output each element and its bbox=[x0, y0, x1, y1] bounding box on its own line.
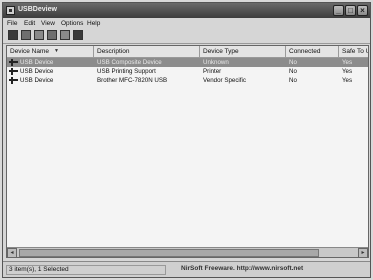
device-list[interactable]: Device Name ▼ Description Device Type Co… bbox=[6, 45, 369, 258]
cell-safe-to-unplug: Yes bbox=[342, 77, 353, 84]
refresh-icon[interactable] bbox=[60, 30, 70, 40]
scroll-left-button[interactable]: ◂ bbox=[7, 248, 17, 257]
column-header-description[interactable]: Description bbox=[94, 46, 200, 57]
list-header: Device Name ▼ Description Device Type Co… bbox=[7, 46, 368, 58]
cell-device-name: USB Device bbox=[20, 68, 54, 75]
column-header-connected[interactable]: Connected bbox=[286, 46, 339, 57]
cell-description: Brother MFC-7820N USB bbox=[97, 77, 168, 84]
usb-icon bbox=[9, 77, 18, 84]
cell-device-name: USB Device bbox=[20, 59, 54, 66]
sort-down-icon: ▼ bbox=[54, 48, 59, 54]
properties-icon[interactable] bbox=[21, 30, 31, 40]
scrollbar-thumb[interactable] bbox=[19, 249, 319, 257]
table-row[interactable]: USB Device USB Composite Device Unknown … bbox=[7, 58, 368, 67]
title-bar[interactable]: USBDeview _ □ × bbox=[3, 3, 370, 18]
cell-description: USB Printing Support bbox=[97, 68, 156, 75]
status-item-count: 3 item(s), 1 Selected bbox=[6, 265, 166, 275]
horizontal-scrollbar[interactable]: ◂ ▸ bbox=[7, 247, 368, 257]
table-row[interactable]: USB Device USB Printing Support Printer … bbox=[7, 67, 368, 76]
exit-icon[interactable] bbox=[73, 30, 83, 40]
cell-connected: No bbox=[289, 68, 297, 75]
usb-icon bbox=[9, 68, 18, 75]
close-button[interactable]: × bbox=[357, 5, 368, 16]
menu-bar: File Edit View Options Help bbox=[3, 18, 370, 28]
app-window: USBDeview _ □ × File Edit View Options H… bbox=[2, 2, 371, 278]
menu-help[interactable]: Help bbox=[87, 20, 100, 27]
column-header-device-name[interactable]: Device Name ▼ bbox=[7, 46, 94, 57]
column-header-device-type[interactable]: Device Type bbox=[200, 46, 286, 57]
maximize-button[interactable]: □ bbox=[345, 5, 356, 16]
status-nirsoft-link[interactable]: NirSoft Freeware. http://www.nirsoft.net bbox=[181, 265, 367, 275]
cell-device-type: Printer bbox=[203, 68, 222, 75]
cell-safe-to-unplug: Yes bbox=[342, 59, 353, 66]
save-icon[interactable] bbox=[8, 30, 18, 40]
toolbar bbox=[3, 28, 370, 44]
cell-connected: No bbox=[289, 59, 297, 66]
menu-view[interactable]: View bbox=[41, 20, 55, 27]
menu-options[interactable]: Options bbox=[61, 20, 83, 27]
menu-edit[interactable]: Edit bbox=[24, 20, 35, 27]
cell-description: USB Composite Device bbox=[97, 59, 162, 66]
cell-device-type: Unknown bbox=[203, 59, 229, 66]
cell-safe-to-unplug: Yes bbox=[342, 68, 353, 75]
cell-connected: No bbox=[289, 77, 297, 84]
cell-device-type: Vendor Specific bbox=[203, 77, 246, 84]
cell-device-name: USB Device bbox=[20, 77, 54, 84]
minimize-button[interactable]: _ bbox=[333, 5, 344, 16]
column-header-label: Device Name bbox=[10, 48, 50, 55]
find-icon[interactable] bbox=[47, 30, 57, 40]
usb-icon bbox=[9, 59, 18, 66]
copy-icon[interactable] bbox=[34, 30, 44, 40]
status-bar: 3 item(s), 1 Selected NirSoft Freeware. … bbox=[3, 261, 370, 277]
app-icon bbox=[6, 6, 15, 15]
menu-file[interactable]: File bbox=[7, 20, 17, 27]
column-header-safe-to-unplug[interactable]: Safe To Un bbox=[339, 46, 368, 57]
scroll-right-button[interactable]: ▸ bbox=[358, 248, 368, 257]
table-row[interactable]: USB Device Brother MFC-7820N USB Vendor … bbox=[7, 76, 368, 85]
window-title: USBDeview bbox=[18, 6, 57, 13]
